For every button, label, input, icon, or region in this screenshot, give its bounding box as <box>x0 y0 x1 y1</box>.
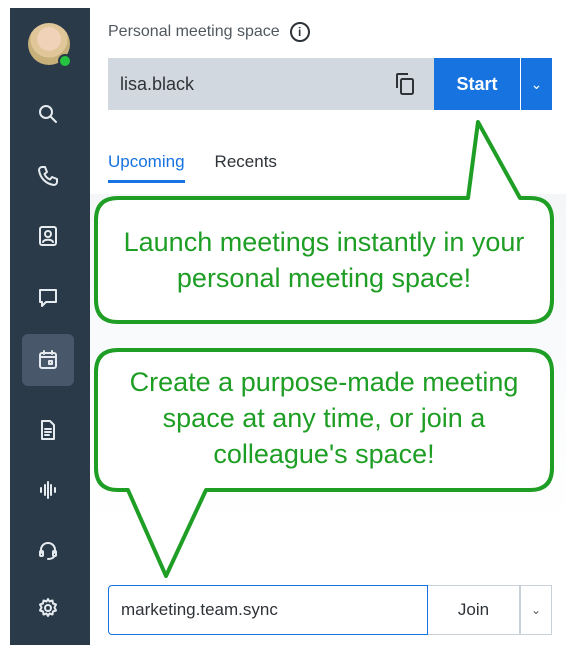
info-icon[interactable]: i <box>289 22 310 42</box>
join-meeting-input[interactable]: marketing.team.sync <box>108 585 428 635</box>
chat-icon[interactable] <box>22 272 74 324</box>
search-icon[interactable] <box>22 88 74 140</box>
pms-header: Personal meeting space i <box>108 22 310 42</box>
meetings-panel: Personal meeting space i lisa.black Star… <box>90 8 566 645</box>
tab-upcoming[interactable]: Upcoming <box>108 152 185 183</box>
callout-top-text: Launch meetings instantly in your person… <box>123 227 525 293</box>
page-title: Personal meeting space <box>108 23 280 40</box>
gear-icon[interactable] <box>22 582 74 634</box>
personal-space-field: lisa.black <box>108 58 434 110</box>
presence-status-icon <box>58 54 72 68</box>
personal-space-name: lisa.black <box>120 73 195 94</box>
voicemail-icon[interactable] <box>22 464 74 516</box>
callout-bottom-text: Create a purpose-made meeting space at a… <box>129 367 519 469</box>
headset-icon[interactable] <box>22 524 74 576</box>
document-icon[interactable] <box>22 404 74 456</box>
tab-recents[interactable]: Recents <box>215 152 277 183</box>
start-button[interactable]: Start <box>434 58 520 110</box>
copy-icon[interactable] <box>394 72 416 96</box>
nav-rail <box>10 8 90 645</box>
contacts-icon[interactable] <box>22 210 74 262</box>
join-button[interactable]: Join <box>428 585 520 635</box>
tabs: Upcoming Recents <box>108 152 277 183</box>
phone-icon[interactable] <box>22 150 74 202</box>
start-options-chevron-down-icon[interactable]: ⌄ <box>521 58 552 110</box>
join-options-chevron-down-icon[interactable]: ⌄ <box>520 585 552 635</box>
calendar-icon[interactable] <box>22 334 74 386</box>
